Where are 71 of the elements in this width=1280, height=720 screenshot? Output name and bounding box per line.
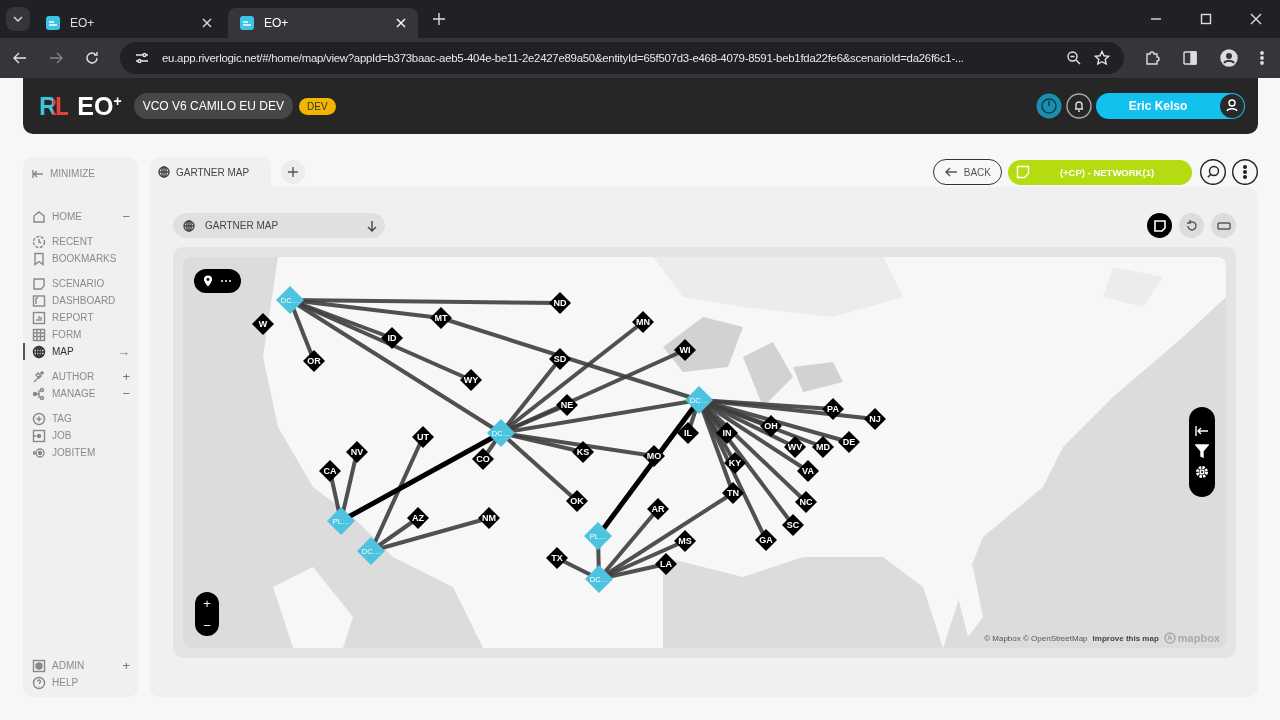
more-icon[interactable]	[1260, 50, 1264, 66]
dashboard-icon	[32, 293, 46, 308]
view-mode-button[interactable]	[1147, 213, 1172, 238]
jobitem-icon	[32, 445, 46, 460]
search-icon[interactable]	[1200, 159, 1226, 185]
home-icon	[32, 209, 46, 224]
back-icon[interactable]	[12, 50, 28, 66]
attribution-text: © Mapbox © OpenStreetMap	[984, 633, 1088, 643]
tag-icon	[32, 411, 46, 426]
close-icon[interactable]	[1250, 13, 1262, 25]
profile-icon[interactable]	[1220, 49, 1238, 67]
url-text: eu.app.riverlogic.net/#/home/map/view?appId=b373baac-aeb5-404e-be11-2e2427e89a50&entityId=65f507d3-e468-4079-8591-beb1fda22fe6&scenarioId=da26f6c1-...	[162, 52, 965, 64]
job-icon	[32, 428, 46, 443]
plus-icon	[287, 166, 300, 178]
note-icon	[32, 276, 46, 291]
site-icon	[46, 16, 60, 30]
add-tab-button[interactable]	[281, 160, 306, 184]
sidebar-item[interactable]: AUTHOR +	[23, 368, 138, 385]
site-icon	[240, 16, 254, 30]
view-select[interactable]: GARTNER MAP	[173, 213, 385, 238]
close-icon[interactable]	[202, 18, 212, 28]
admin-icon	[32, 658, 46, 673]
environment-badge: DEV	[299, 97, 336, 115]
clock-icon	[32, 234, 46, 249]
nodes-icon	[32, 386, 46, 401]
sidebar-item[interactable]: HOME −	[23, 208, 138, 225]
browser-tab[interactable]: EO+	[34, 8, 224, 38]
chart-icon	[32, 310, 46, 325]
sidebar-item[interactable]: MANAGE −	[23, 385, 138, 402]
user-icon	[1220, 94, 1244, 118]
improve-map-link[interactable]: Improve this map	[1092, 633, 1159, 643]
puzzle-icon[interactable]	[1144, 50, 1160, 66]
side-panel-icon[interactable]	[1182, 50, 1198, 66]
zoom-in-button[interactable]: +	[195, 592, 219, 614]
help-icon	[32, 675, 46, 690]
globe-icon	[158, 166, 170, 178]
new-tab-icon[interactable]	[432, 12, 446, 26]
globe-icon	[183, 219, 195, 232]
bookmark-icon	[32, 251, 46, 266]
arrow-down-icon	[367, 219, 377, 232]
more-icon	[220, 279, 232, 283]
star-icon[interactable]	[1094, 50, 1110, 66]
page-tab[interactable]: GARTNER MAP	[150, 157, 272, 187]
browser-tab[interactable]: EO+	[228, 8, 418, 38]
bell-icon[interactable]	[1066, 93, 1092, 119]
product-logo: EO$^{+}$	[77, 91, 122, 121]
sidebar-item[interactable]: ADMIN +	[23, 657, 138, 674]
forward-icon[interactable]	[48, 50, 64, 66]
site-settings-icon[interactable]	[134, 50, 150, 66]
maximize-icon[interactable]	[1200, 13, 1212, 25]
filter-icon[interactable]	[1195, 444, 1209, 458]
globe-icon	[32, 344, 46, 359]
legend-button[interactable]	[194, 269, 241, 293]
more-icon[interactable]	[1232, 159, 1258, 185]
collapse-icon	[32, 168, 44, 179]
settings-icon[interactable]	[1195, 465, 1209, 479]
tools-icon	[32, 369, 46, 384]
reload-icon[interactable]	[84, 50, 100, 66]
arrow-left-icon	[943, 167, 958, 177]
brand-icon	[1163, 632, 1176, 644]
note-icon	[1016, 165, 1030, 179]
sidebar-item[interactable]: MAP →	[23, 343, 138, 360]
table-icon	[32, 327, 46, 342]
address-bar[interactable]: eu.app.riverlogic.net/#/home/map/view?appId=b373baac-aeb5-404e-be11-2e2427e89a50&entityId=65f507d3-e468-4079-8591-beb1fda22fe6&scenarioId=da26f6c1-...	[120, 42, 1124, 74]
pin-icon	[203, 275, 213, 287]
collapse-icon[interactable]	[1195, 425, 1209, 437]
zoom-icon[interactable]	[1066, 50, 1082, 66]
zoom-out-button[interactable]: −	[195, 614, 219, 636]
power-icon[interactable]	[1036, 93, 1062, 119]
tab-list-icon[interactable]	[6, 7, 30, 31]
environment-button[interactable]: VCO V6 CAMILO EU DEV	[133, 93, 293, 119]
